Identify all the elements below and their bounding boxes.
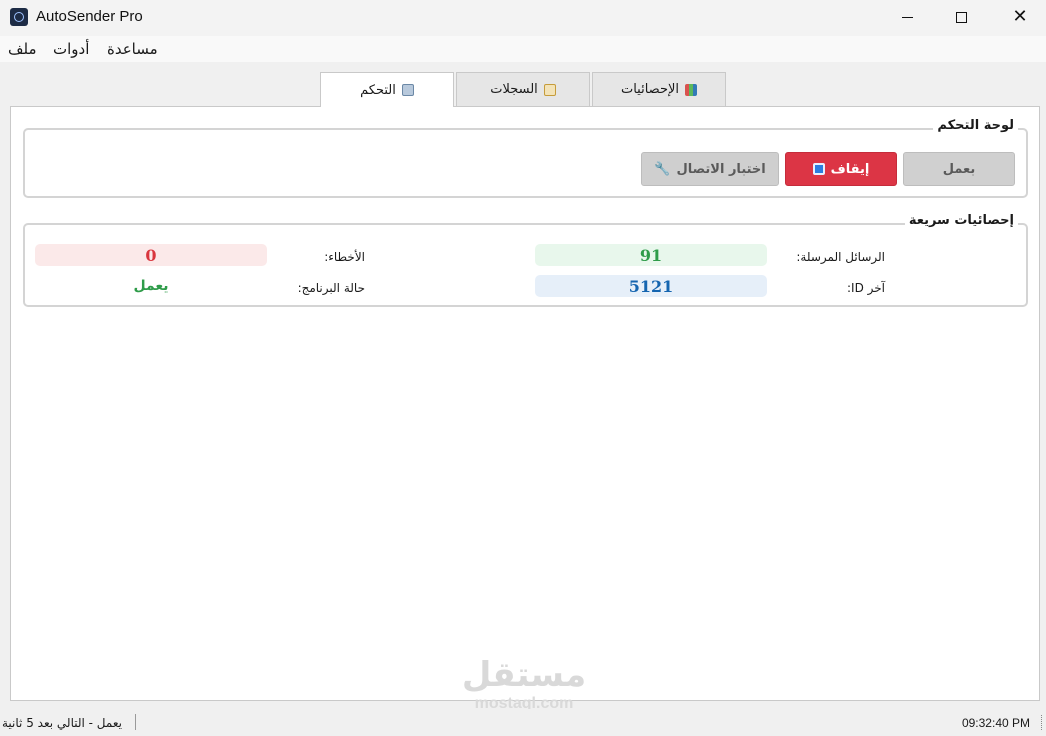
minimize-button[interactable] xyxy=(882,0,932,34)
tab-content-panel: لوحة التحكم بعمل إيقاف اختبار الاتصال 🔧 … xyxy=(10,106,1040,701)
control-panel-group: لوحة التحكم بعمل إيقاف اختبار الاتصال 🔧 xyxy=(23,118,1028,198)
maximize-icon xyxy=(955,11,967,23)
stop-button[interactable]: إيقاف xyxy=(785,152,897,186)
errors-value: 0 xyxy=(35,244,267,266)
last-id-label: آخر ID: xyxy=(846,281,885,295)
resize-grip-icon[interactable] xyxy=(1041,715,1044,730)
menu-bar: ملف أدوات مساعدة xyxy=(0,36,1046,62)
run-button-label: بعمل xyxy=(942,161,976,177)
tab-logs-label: السجلات xyxy=(490,82,538,97)
control-panel-title: لوحة التحكم xyxy=(933,118,1018,133)
stop-icon xyxy=(812,163,825,175)
wrench-icon: 🔧 xyxy=(654,161,671,177)
status-bar: يعمل - التالي بعد 5 ثانية 09:32:40 PM xyxy=(0,709,1046,736)
app-icon xyxy=(10,8,28,26)
close-icon: ✕ xyxy=(1012,6,1028,27)
test-connection-label: اختبار الاتصال xyxy=(676,161,766,177)
title-bar: AutoSender Pro ✕ xyxy=(0,0,1046,36)
tab-control[interactable]: التحكم xyxy=(320,72,454,107)
last-id-value: 5121 xyxy=(535,275,767,297)
program-status-value: يعمل xyxy=(133,278,169,294)
sent-messages-value: 91 xyxy=(535,244,767,266)
tab-statistics-label: الإحصائيات xyxy=(620,82,680,97)
quick-stats-group: إحصائيات سريعة الرسائل المرسلة: 91 الأخط… xyxy=(23,213,1028,307)
status-time: 09:32:40 PM xyxy=(961,716,1030,730)
quick-stats-title: إحصائيات سريعة xyxy=(904,213,1018,228)
status-separator xyxy=(135,714,136,730)
stop-button-label: إيقاف xyxy=(830,161,870,177)
watermark-arabic: مستقل xyxy=(461,655,587,695)
menu-file[interactable]: ملف xyxy=(8,40,37,58)
tab-logs[interactable]: السجلات xyxy=(456,72,590,106)
tab-statistics[interactable]: الإحصائيات xyxy=(592,72,726,106)
clipboard-icon xyxy=(543,83,556,96)
control-panel-icon xyxy=(401,84,414,96)
test-connection-button[interactable]: اختبار الاتصال 🔧 xyxy=(641,152,779,186)
sent-messages-label: الرسائل المرسلة: xyxy=(796,250,885,264)
menu-tools[interactable]: أدوات xyxy=(53,40,89,58)
status-message: يعمل - التالي بعد 5 ثانية xyxy=(2,716,122,730)
run-button[interactable]: بعمل xyxy=(903,152,1015,186)
bar-chart-icon xyxy=(685,83,698,96)
close-button[interactable]: ✕ xyxy=(995,0,1045,34)
watermark: مستقل mostaql.com xyxy=(458,655,590,713)
maximize-button[interactable] xyxy=(936,0,986,34)
tab-control-label: التحكم xyxy=(360,82,396,98)
minimize-icon xyxy=(901,16,913,18)
menu-help[interactable]: مساعدة xyxy=(107,40,158,58)
window-title: AutoSender Pro xyxy=(36,8,143,25)
